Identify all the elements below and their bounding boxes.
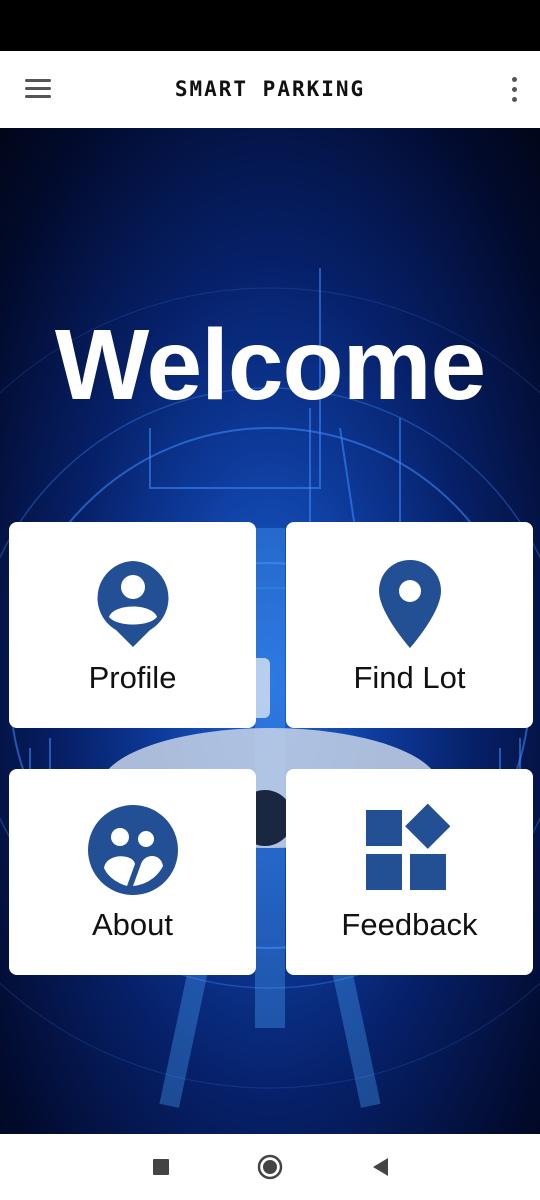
profile-icon xyxy=(9,557,256,657)
back-button[interactable] xyxy=(368,1154,394,1180)
system-navigation-bar xyxy=(0,1134,540,1200)
recents-button[interactable] xyxy=(148,1154,174,1180)
find-lot-label: Find Lot xyxy=(353,660,466,695)
app-bar: SMART PARKING xyxy=(0,51,540,128)
feedback-label: Feedback xyxy=(341,907,478,942)
status-bar xyxy=(0,0,540,51)
more-vert-icon xyxy=(512,77,517,82)
find-lot-card[interactable]: Find Lot xyxy=(286,522,533,728)
triangle-back-icon xyxy=(373,1158,388,1176)
home-button[interactable] xyxy=(257,1154,283,1180)
profile-label: Profile xyxy=(88,660,177,695)
welcome-heading: Welcome xyxy=(54,309,486,421)
overflow-menu-button[interactable] xyxy=(502,71,526,111)
feedback-card[interactable]: Feedback xyxy=(286,769,533,975)
blocks-icon xyxy=(286,802,533,902)
profile-card[interactable]: Profile xyxy=(9,522,256,728)
about-label: About xyxy=(91,907,173,942)
people-icon xyxy=(9,804,256,904)
square-icon xyxy=(153,1159,169,1175)
about-card[interactable]: About xyxy=(9,769,256,975)
location-pin-icon xyxy=(286,558,533,658)
app-title: SMART PARKING xyxy=(174,77,366,101)
circle-icon xyxy=(257,1154,283,1180)
